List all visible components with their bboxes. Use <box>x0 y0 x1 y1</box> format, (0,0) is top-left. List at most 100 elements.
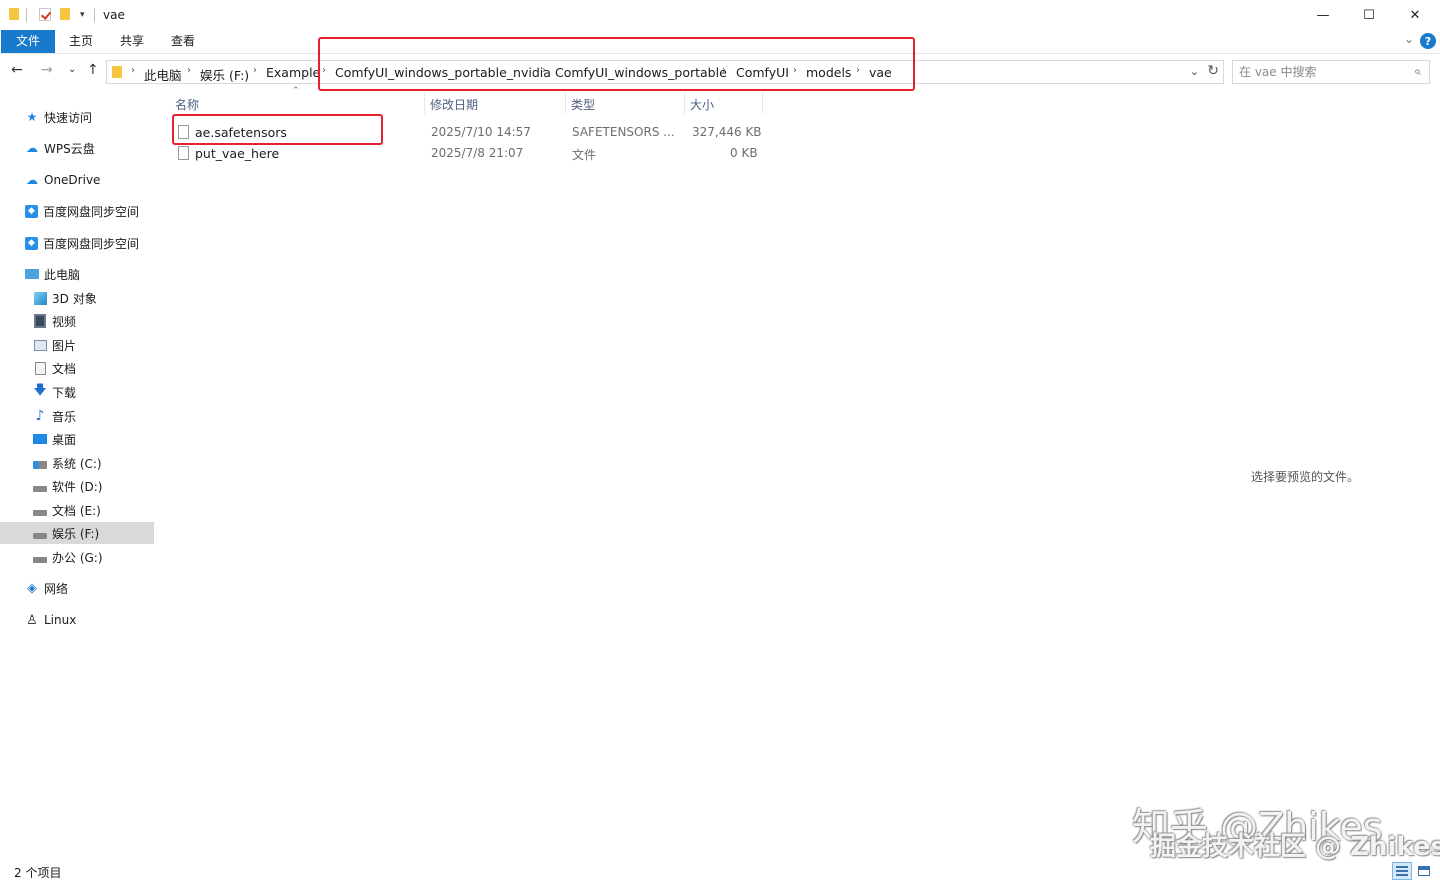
sidebar-item-label: 此电脑 <box>44 267 81 282</box>
sidebar-item-label: 3D 对象 <box>52 291 97 306</box>
breadcrumb-separator-icon[interactable]: › <box>322 65 326 76</box>
column-divider[interactable] <box>762 92 763 114</box>
file-name: ae.safetensors <box>195 125 287 140</box>
sidebar-item-label: OneDrive <box>44 173 101 187</box>
up-arrow-icon[interactable]: ↑ <box>87 62 99 78</box>
help-icon[interactable]: ? <box>1420 33 1436 49</box>
column-divider[interactable] <box>424 92 425 114</box>
column-header-size[interactable]: 大小 <box>690 96 714 113</box>
close-button[interactable]: ✕ <box>1392 0 1438 30</box>
sidebar-item-this-pc[interactable]: 此电脑 <box>0 263 154 285</box>
file-row[interactable]: put_vae_here 2025/7/8 21:07 文件 0 KB <box>174 143 764 164</box>
details-view-button[interactable] <box>1392 862 1412 880</box>
sidebar-item-linux[interactable]: ♙ Linux <box>0 609 154 631</box>
breadcrumb-vae[interactable]: vae <box>869 65 892 80</box>
column-header-modified[interactable]: 修改日期 <box>430 96 478 113</box>
title-bar: ▾ vae — ☐ ✕ <box>0 0 1440 30</box>
maximize-button[interactable]: ☐ <box>1346 0 1392 30</box>
status-bar: 2 个项目 <box>0 860 1440 883</box>
sidebar-item-label: 百度网盘同步空间 <box>43 204 140 219</box>
expand-ribbon-chevron-icon[interactable]: ⌄ <box>1404 32 1414 46</box>
sidebar-item-documents[interactable]: 文档 <box>0 357 154 379</box>
minimize-button[interactable]: — <box>1300 0 1346 30</box>
address-bar[interactable]: › 此电脑 › 娱乐 (F:) › Example › ComfyUI_wind… <box>106 60 1224 84</box>
sidebar-item-pictures[interactable]: 图片 <box>0 334 154 356</box>
sidebar-item-music[interactable]: ♪ 音乐 <box>0 405 154 427</box>
sidebar-item-drive-e[interactable]: 文档 (E:) <box>0 499 154 521</box>
search-box[interactable]: ⌕ <box>1232 60 1430 84</box>
cloud-icon: ☁ <box>26 141 38 155</box>
sidebar-item-quick-access[interactable]: ★ 快速访问 <box>0 106 154 128</box>
large-icons-view-button[interactable] <box>1414 862 1434 880</box>
file-row[interactable]: ae.safetensors 2025/7/10 14:57 SAFETENSO… <box>174 122 764 143</box>
breadcrumb-separator-icon[interactable]: › <box>253 65 257 76</box>
address-history-chevron-icon[interactable]: ⌄ <box>1190 65 1199 78</box>
sidebar-item-3d-objects[interactable]: 3D 对象 <box>0 287 154 309</box>
recent-locations-chevron-icon[interactable]: ⌄ <box>68 64 76 75</box>
breadcrumb-example[interactable]: Example <box>266 65 320 80</box>
column-header-name[interactable]: 名称 <box>175 96 199 113</box>
breadcrumb-separator-icon[interactable]: › <box>793 65 797 76</box>
column-divider[interactable] <box>565 92 566 114</box>
file-modified: 2025/7/10 14:57 <box>431 125 531 139</box>
sidebar-item-baidu-sync-1[interactable]: ◆ 百度网盘同步空间 <box>0 200 154 222</box>
breadcrumb-separator-icon[interactable]: › <box>187 65 191 76</box>
sidebar-item-label: 软件 (D:) <box>52 479 103 494</box>
tab-share[interactable]: 共享 <box>111 30 153 53</box>
folder-icon <box>9 8 19 20</box>
sidebar-item-label: 图片 <box>52 338 77 353</box>
desktop-icon <box>33 432 47 446</box>
breadcrumb-comfyui-portable[interactable]: ComfyUI_windows_portable <box>555 65 727 80</box>
back-arrow-icon[interactable]: ← <box>11 62 23 78</box>
quick-access-dropdown-icon[interactable]: ▾ <box>80 10 85 20</box>
sidebar-item-label: WPS云盘 <box>44 141 95 156</box>
sidebar-item-baidu-sync-2[interactable]: ◆ 百度网盘同步空间 <box>0 232 154 254</box>
refresh-icon[interactable]: ↻ <box>1207 63 1219 79</box>
properties-check-icon[interactable] <box>39 8 51 21</box>
breadcrumb-separator-icon[interactable]: › <box>856 65 860 76</box>
linux-icon: ♙ <box>26 612 38 628</box>
search-icon[interactable]: ⌕ <box>1414 64 1421 79</box>
sidebar-item-videos[interactable]: 视频 <box>0 310 154 332</box>
breadcrumb-separator-icon[interactable]: › <box>131 65 135 76</box>
new-folder-icon[interactable] <box>60 8 70 20</box>
tab-home[interactable]: 主页 <box>60 30 102 53</box>
sidebar-item-label: 系统 (C:) <box>52 456 102 471</box>
file-modified: 2025/7/8 21:07 <box>431 146 524 160</box>
divider <box>26 8 27 22</box>
network-icon: ◈ <box>27 580 37 596</box>
cloud-icon: ☁ <box>26 173 38 187</box>
sidebar-item-drive-d[interactable]: 软件 (D:) <box>0 475 154 497</box>
breadcrumb-separator-icon[interactable]: › <box>722 65 726 76</box>
sidebar-item-network[interactable]: ◈ 网络 <box>0 577 154 599</box>
sidebar-item-label: 网络 <box>44 581 69 596</box>
file-name: put_vae_here <box>195 146 280 161</box>
sidebar-item-drive-c[interactable]: 系统 (C:) <box>0 452 154 474</box>
sidebar-item-drive-f[interactable]: 娱乐 (F:) <box>0 522 154 544</box>
forward-arrow-icon[interactable]: → <box>41 62 53 78</box>
sidebar-item-label: Linux <box>44 613 77 627</box>
sidebar-item-downloads[interactable]: 🡇 下载 <box>0 381 154 403</box>
sidebar-item-label: 下载 <box>52 385 77 400</box>
tab-view[interactable]: 查看 <box>162 30 204 53</box>
breadcrumb-comfyui-portable-nvidia[interactable]: ComfyUI_windows_portable_nvidia <box>335 65 551 80</box>
breadcrumb-separator-icon[interactable]: › <box>542 65 546 76</box>
sidebar-item-desktop[interactable]: 桌面 <box>0 428 154 450</box>
column-divider[interactable] <box>684 92 685 114</box>
file-icon <box>178 125 189 139</box>
sidebar-item-onedrive[interactable]: ☁ OneDrive <box>0 169 154 191</box>
breadcrumb-models[interactable]: models <box>806 65 851 80</box>
sidebar-item-drive-g[interactable]: 办公 (G:) <box>0 546 154 568</box>
drive-icon <box>33 550 47 564</box>
search-input[interactable] <box>1239 61 1409 83</box>
details-view-icon <box>1396 866 1408 876</box>
navigation-pane: ★ 快速访问 ☁ WPS云盘 ☁ OneDrive ◆ 百度网盘同步空间 ◆ 百… <box>0 96 160 856</box>
breadcrumb-drive-f[interactable]: 娱乐 (F:) <box>200 65 249 84</box>
tab-file[interactable]: 文件 <box>1 30 55 53</box>
file-size: 0 KB <box>730 146 758 160</box>
column-header-type[interactable]: 类型 <box>571 96 595 113</box>
breadcrumb-this-pc[interactable]: 此电脑 <box>144 65 182 84</box>
file-icon <box>178 146 189 160</box>
breadcrumb-comfyui[interactable]: ComfyUI <box>736 65 789 80</box>
sidebar-item-wps-cloud[interactable]: ☁ WPS云盘 <box>0 137 154 159</box>
